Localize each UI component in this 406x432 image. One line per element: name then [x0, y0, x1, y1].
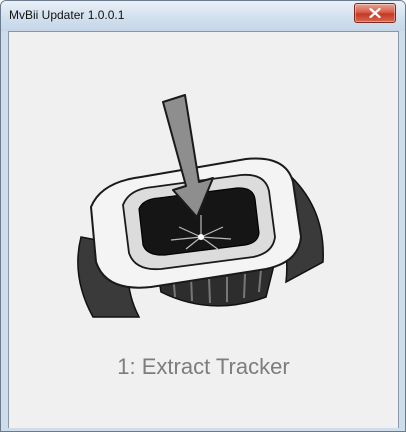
title-bar[interactable]: MvBii Updater 1.0.0.1	[1, 1, 405, 31]
tracker-extract-illustration	[77, 94, 324, 318]
close-button[interactable]	[354, 3, 396, 23]
close-icon	[369, 8, 381, 18]
updater-window: MvBii Updater 1.0.0.1 1: Extract Tracker	[0, 0, 406, 432]
window-title: MvBii Updater 1.0.0.1	[9, 8, 125, 22]
client-area: 1: Extract Tracker	[8, 31, 399, 428]
step-label: 1: Extract Tracker	[117, 354, 290, 379]
